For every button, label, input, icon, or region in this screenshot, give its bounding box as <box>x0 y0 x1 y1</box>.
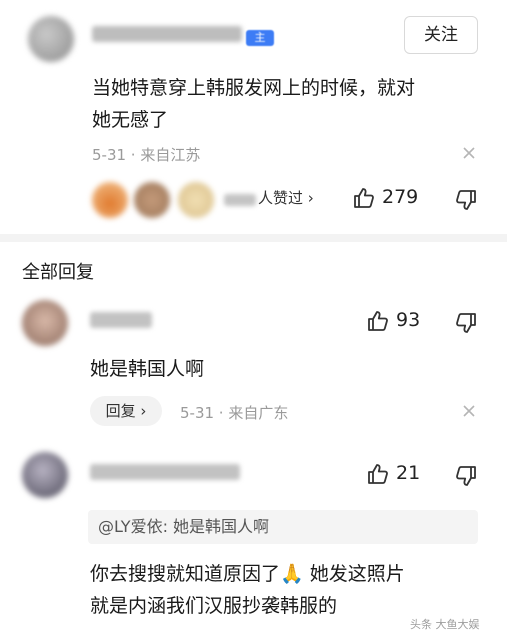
avatar[interactable] <box>28 16 74 62</box>
thumbs-up-icon[interactable] <box>366 462 390 486</box>
likers-summary[interactable]: 人赞过 › <box>258 187 314 208</box>
thumbs-up-icon[interactable] <box>352 186 376 210</box>
comment-text: 当她特意穿上韩服发网上的时候，就对 她无感了 <box>92 72 415 136</box>
reply-button[interactable]: 回复 › <box>90 396 162 426</box>
like-count: 21 <box>396 462 421 484</box>
thumbs-down-icon[interactable] <box>454 464 478 488</box>
thumbs-up-icon[interactable] <box>366 309 390 333</box>
username-blurred[interactable] <box>92 26 242 42</box>
reply-text-line2: 就是内涵我们汉服抄袭韩服的 <box>90 595 338 617</box>
replies-title: 全部回复 <box>22 262 94 283</box>
comment-meta: 5-31 · 来自江苏 <box>92 146 201 164</box>
like-count: 279 <box>382 186 419 208</box>
like-count: 93 <box>396 309 421 331</box>
avatar[interactable] <box>22 452 68 498</box>
reply-text: 她是韩国人啊 <box>90 358 205 380</box>
quoted-reply[interactable]: @LY爱依: 她是韩国人啊 <box>88 510 478 544</box>
follow-button[interactable]: 关注 <box>404 16 478 54</box>
reply-text-line1: 你去搜搜就知道原因了🙏 她发这照片 <box>90 563 405 585</box>
author-badge: 主 <box>246 30 274 46</box>
avatar[interactable] <box>22 300 68 346</box>
watermark: 头条 大鱼大娱 <box>410 618 480 631</box>
close-icon[interactable] <box>462 146 476 160</box>
section-divider <box>0 234 507 242</box>
liker-names-blurred <box>224 194 256 206</box>
thumbs-down-icon[interactable] <box>454 188 478 212</box>
reply-meta: 5-31 · 来自广东 <box>180 404 289 422</box>
thumbs-down-icon[interactable] <box>454 311 478 335</box>
reply-text: 你去搜搜就知道原因了🙏 她发这照片 就是内涵我们汉服抄袭韩服的 <box>90 558 405 622</box>
comment-text-line1: 当她特意穿上韩服发网上的时候，就对 <box>92 77 416 99</box>
username-blurred[interactable] <box>90 312 152 328</box>
username-blurred[interactable] <box>90 464 240 480</box>
liker-avatar[interactable] <box>92 182 128 218</box>
close-icon[interactable] <box>462 404 476 418</box>
liker-avatar[interactable] <box>134 182 170 218</box>
liker-avatar[interactable] <box>178 182 214 218</box>
comment-text-line2: 她无感了 <box>92 109 169 131</box>
